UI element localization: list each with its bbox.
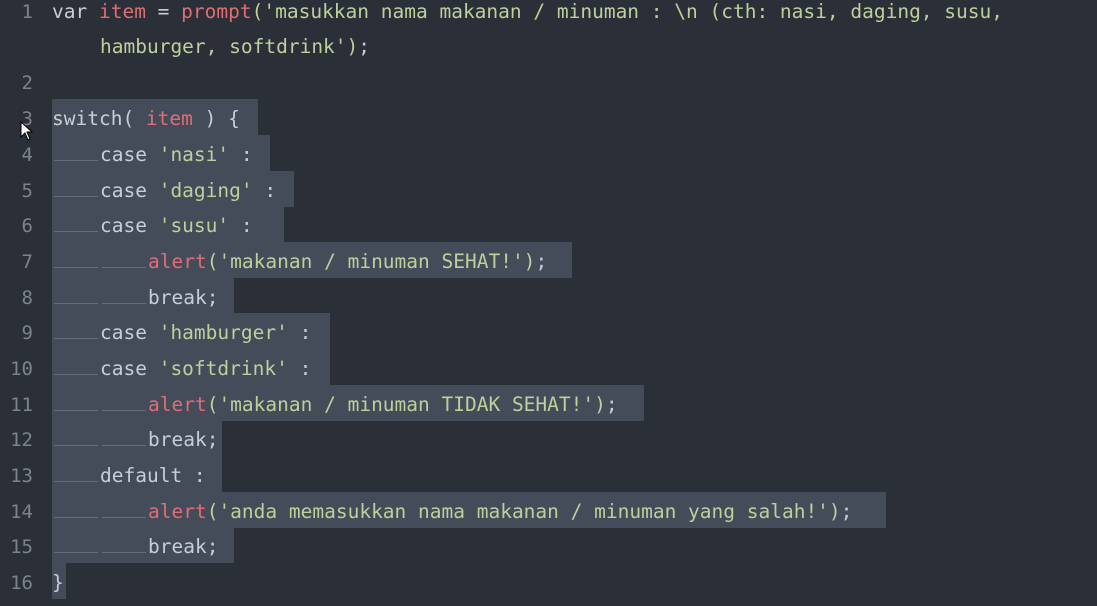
line-number: 5 (21, 180, 33, 202)
line-number: 6 (21, 215, 33, 237)
code-token: ('anda memasukkan nama makanan / minuman… (206, 500, 841, 523)
code-token: ('masukkan nama makanan / minuman : \n (… (251, 0, 1003, 23)
indent-guide (54, 267, 98, 268)
code-text: break; (148, 428, 218, 452)
code-token: 'hamburger' (158, 321, 288, 344)
code-token: break; (148, 535, 219, 558)
line-number: 12 (10, 429, 33, 451)
code-token: 'softdrink' (158, 357, 288, 380)
code-editor[interactable]: 1 var item = prompt('masukkan nama makana… (0, 0, 1097, 604)
code-token: ('makanan / minuman SEHAT!') (206, 250, 536, 273)
code-token: ) { (192, 107, 240, 130)
code-token: break; (148, 428, 219, 451)
code-token: ; (605, 393, 618, 416)
indent-guide (54, 552, 98, 553)
indent-guide (54, 231, 98, 232)
line-number: 1 (21, 1, 33, 23)
indent-guide (54, 445, 98, 446)
code-token: ; (358, 35, 371, 58)
code-token: : (287, 357, 312, 380)
code-token: 'nasi' (158, 143, 230, 166)
code-text: case 'daging' : (100, 179, 276, 203)
code-token: prompt (181, 0, 252, 23)
code-text: break; (148, 535, 218, 559)
code-token: ('makanan / minuman TIDAK SEHAT!') (206, 393, 606, 416)
line-number: 2 (21, 72, 33, 94)
indent-guide (102, 410, 146, 411)
line-number: 15 (10, 536, 33, 558)
code-text: } (52, 571, 64, 595)
indent-guide (54, 196, 98, 197)
code-line[interactable]: 16} (0, 563, 1097, 606)
code-token: ; (535, 250, 548, 273)
code-text: alert('makanan / minuman TIDAK SEHAT!'); (148, 393, 618, 417)
indent-guide (102, 445, 146, 446)
line-number: 7 (21, 251, 33, 273)
indent-guide (54, 160, 98, 161)
code-token: : (252, 179, 277, 202)
code-token: case (100, 357, 159, 380)
code-token: item (145, 107, 193, 130)
code-token: = (145, 0, 182, 23)
code-token: item (98, 0, 146, 23)
code-token: alert (148, 500, 207, 523)
code-token: hamburger, softdrink') (100, 35, 359, 58)
line-number: 13 (10, 465, 33, 487)
code-token: alert (148, 393, 207, 416)
code-token: break; (148, 286, 219, 309)
code-token: case (100, 143, 159, 166)
code-token: } (52, 571, 64, 594)
line-number: 11 (10, 394, 33, 416)
indent-guide (102, 303, 146, 304)
code-line[interactable]: 15 break; (0, 527, 1097, 570)
code-text: case 'susu' : (100, 214, 253, 238)
code-text: alert('makanan / minuman SEHAT!'); (148, 250, 547, 274)
line-number: 8 (21, 287, 33, 309)
code-token: default : (100, 464, 206, 487)
indent-guide (54, 517, 98, 518)
code-text: hamburger, softdrink'); (100, 35, 370, 59)
code-text: break; (148, 286, 218, 310)
line-number: 9 (21, 322, 33, 344)
line-number: 4 (21, 144, 33, 166)
code-token: case (100, 179, 159, 202)
code-text: default : (100, 464, 206, 488)
indent-guide (102, 517, 146, 518)
code-line[interactable]: hamburger, softdrink'); (0, 35, 1097, 70)
code-token: 'daging' (158, 179, 253, 202)
indent-guide (54, 410, 98, 411)
code-token: alert (148, 250, 207, 273)
code-token: case (100, 214, 159, 237)
code-token: : (287, 321, 312, 344)
indent-guide (102, 267, 146, 268)
code-token: switch( (52, 107, 146, 130)
code-token: : (229, 214, 253, 237)
code-token: 'susu' (158, 214, 230, 237)
code-line[interactable]: 1 var item = prompt('masukkan nama makana… (0, 0, 1097, 35)
line-number: 14 (10, 501, 33, 523)
code-text: alert('anda memasukkan nama makanan / mi… (148, 500, 852, 524)
line-number: 10 (10, 358, 33, 380)
code-text: case 'hamburger' : (100, 321, 311, 345)
code-token: : (229, 143, 253, 166)
mouse-cursor-icon (20, 120, 34, 141)
code-text: var item = prompt('masukkan nama makanan… (52, 0, 1003, 24)
indent-guide (54, 481, 98, 482)
code-text: case 'nasi' : (100, 143, 253, 167)
indent-guide (54, 374, 98, 375)
code-text: case 'softdrink' : (100, 357, 311, 381)
indent-guide (54, 303, 98, 304)
code-token: ; (840, 500, 853, 523)
code-token: case (100, 321, 159, 344)
line-number: 16 (10, 572, 33, 594)
code-text: switch( item ) { (52, 107, 240, 131)
indent-guide (102, 552, 146, 553)
indent-guide (54, 338, 98, 339)
code-token: var (52, 0, 99, 23)
